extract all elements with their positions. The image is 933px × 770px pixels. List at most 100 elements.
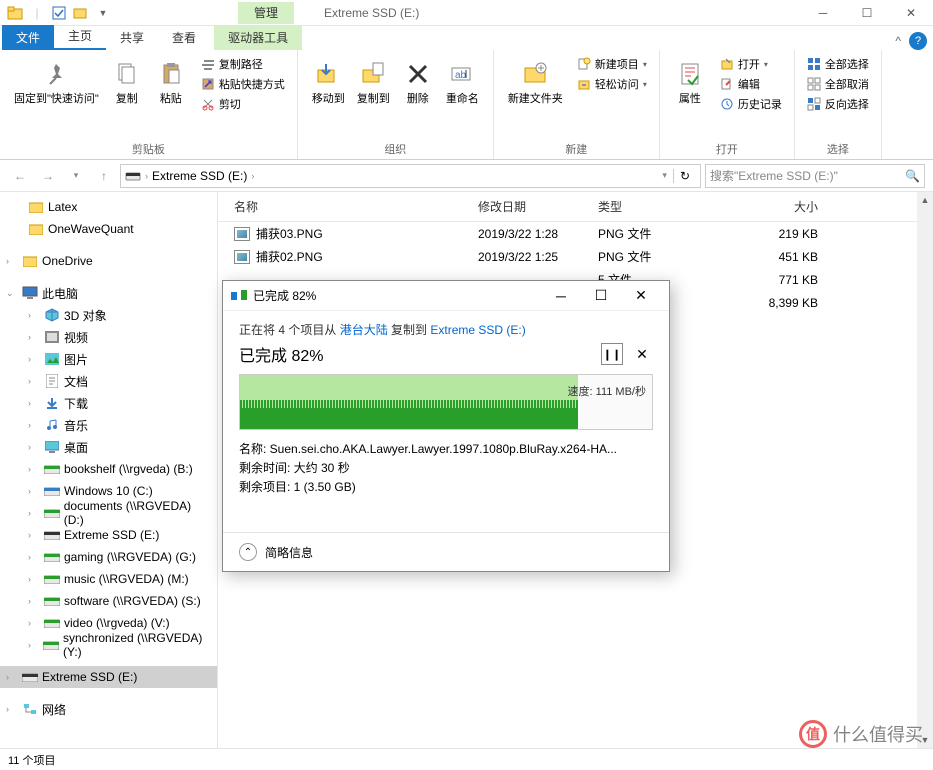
scroll-up-icon[interactable]: ▲	[917, 192, 933, 208]
tab-share[interactable]: 共享	[106, 25, 158, 50]
cube-icon	[44, 307, 60, 323]
up-button[interactable]: ↑	[92, 164, 116, 188]
properties-button[interactable]: 属性	[668, 54, 712, 110]
paste-button[interactable]: 粘贴	[149, 54, 193, 110]
col-date-header[interactable]: 修改日期	[478, 198, 598, 215]
select-none-button[interactable]: 全部取消	[803, 74, 873, 94]
src-link[interactable]: 港台大陆	[340, 323, 388, 337]
pin-icon	[40, 58, 72, 90]
minimize-button[interactable]: ─	[801, 0, 845, 26]
col-type-header[interactable]: 类型	[598, 198, 708, 215]
collapse-ribbon-icon[interactable]: ^	[895, 34, 901, 48]
address-box[interactable]: › Extreme SSD (E:) › ▾ ↻	[120, 164, 701, 188]
tree-item-3d[interactable]: ›3D 对象	[0, 304, 217, 326]
tree-item-desktop[interactable]: ›桌面	[0, 436, 217, 458]
tree-item-music-m[interactable]: ›music (\\RGVEDA) (M:)	[0, 568, 217, 590]
forward-button[interactable]: →	[36, 164, 60, 188]
tree-item-this-pc[interactable]: ⌄此电脑	[0, 282, 217, 304]
cut-button[interactable]: 剪切	[197, 94, 289, 114]
breadcrumb-segment[interactable]: Extreme SSD (E:)	[152, 169, 247, 183]
col-size-header[interactable]: 大小	[708, 198, 818, 215]
recent-dropdown-icon[interactable]: ▾	[64, 164, 88, 188]
pin-quick-button[interactable]: 固定到"快速访问"	[8, 54, 105, 110]
ribbon-tabs: 文件 主页 共享 查看 驱动器工具 ^ ?	[0, 26, 933, 50]
open-button[interactable]: 打开▾	[716, 54, 786, 74]
tab-file[interactable]: 文件	[2, 25, 54, 50]
tree-item-latex[interactable]: Latex	[0, 196, 217, 218]
delete-button[interactable]: 删除	[396, 54, 440, 110]
history-icon	[720, 97, 734, 111]
dialog-close-button[interactable]: ✕	[621, 282, 661, 310]
tree-item-gaming[interactable]: ›gaming (\\RGVEDA) (G:)	[0, 546, 217, 568]
copy-button[interactable]: 复制	[105, 54, 149, 110]
tree-item-sync[interactable]: ›synchronized (\\RGVEDA) (Y:)	[0, 634, 217, 656]
select-icon[interactable]	[50, 4, 68, 22]
tree-item-extreme-selected[interactable]: ›Extreme SSD (E:)	[0, 666, 217, 688]
new-item-icon	[577, 57, 591, 71]
tree-item-pictures[interactable]: ›图片	[0, 348, 217, 370]
new-item-button[interactable]: 新建项目▾	[573, 54, 651, 74]
film-icon	[44, 329, 60, 345]
easy-access-button[interactable]: 轻松访问▾	[573, 74, 651, 94]
maximize-button[interactable]: ☐	[845, 0, 889, 26]
copy-path-button[interactable]: 复制路径	[197, 54, 289, 74]
move-to-button[interactable]: 移动到	[306, 54, 351, 110]
dialog-title: 已完成 82%	[253, 287, 541, 304]
file-row[interactable]: 捕获03.PNG2019/3/22 1:28PNG 文件219 KB	[218, 222, 933, 245]
dst-link[interactable]: Extreme SSD (E:)	[430, 323, 525, 337]
group-open-label: 打开	[668, 139, 786, 157]
tree-item-onedrive[interactable]: ›OneDrive	[0, 250, 217, 272]
tab-view[interactable]: 查看	[158, 25, 210, 50]
desktop-icon	[44, 439, 60, 455]
history-button[interactable]: 历史记录	[716, 94, 786, 114]
tree-item-bookshelf[interactable]: ›bookshelf (\\rgveda) (B:)	[0, 458, 217, 480]
tree-item-downloads[interactable]: ›下载	[0, 392, 217, 414]
file-row[interactable]: 捕获02.PNG2019/3/22 1:25PNG 文件451 KB	[218, 245, 933, 268]
paste-shortcut-button[interactable]: 粘贴快捷方式	[197, 74, 289, 94]
group-organize-label: 组织	[306, 139, 485, 157]
invert-selection-button[interactable]: 反向选择	[803, 94, 873, 114]
edit-button[interactable]: 编辑	[716, 74, 786, 94]
search-input[interactable]: 搜索"Extreme SSD (E:)" 🔍	[705, 164, 925, 188]
new-folder-icon[interactable]	[72, 4, 90, 22]
address-dropdown-icon[interactable]: ▾	[662, 170, 667, 181]
select-all-button[interactable]: 全部选择	[803, 54, 873, 74]
tree-item-network[interactable]: ›网络	[0, 698, 217, 720]
tree-item-software[interactable]: ›software (\\RGVEDA) (S:)	[0, 590, 217, 612]
rename-button[interactable]: ab重命名	[440, 54, 485, 110]
tree-item-music[interactable]: ›音乐	[0, 414, 217, 436]
pause-button[interactable]: ❙❙	[601, 343, 623, 365]
qat-dropdown-icon[interactable]: ▼	[94, 4, 112, 22]
open-icon	[720, 57, 734, 71]
close-button[interactable]: ✕	[889, 0, 933, 26]
dialog-maximize-button[interactable]: ☐	[581, 282, 621, 310]
help-icon[interactable]: ?	[909, 32, 927, 50]
tree-item-extreme-e[interactable]: ›Extreme SSD (E:)	[0, 524, 217, 546]
tab-home[interactable]: 主页	[54, 23, 106, 50]
copy-to-button[interactable]: 复制到	[351, 54, 396, 110]
back-button[interactable]: ←	[8, 164, 32, 188]
title-bar: | ▼ 管理 Extreme SSD (E:) ─ ☐ ✕	[0, 0, 933, 26]
tree-item-documents-d[interactable]: ›documents (\\RGVEDA) (D:)	[0, 502, 217, 524]
tree-item-onewavequant[interactable]: OneWaveQuant	[0, 218, 217, 240]
cancel-button[interactable]: ✕	[631, 343, 653, 365]
group-select-label: 选择	[803, 139, 873, 157]
search-icon[interactable]: 🔍	[905, 169, 920, 183]
refresh-icon[interactable]: ↻	[673, 169, 696, 183]
brief-info-link[interactable]: 简略信息	[265, 544, 313, 561]
new-folder-button[interactable]: 新建文件夹	[502, 54, 569, 110]
dialog-minimize-button[interactable]: ─	[541, 282, 581, 310]
drive-icon	[125, 170, 141, 182]
tree-item-videos[interactable]: ›视频	[0, 326, 217, 348]
col-name-header[interactable]: 名称	[218, 198, 478, 215]
copy-transfer-icon	[231, 290, 247, 302]
scrollbar-vertical[interactable]: ▲ ▼	[917, 192, 933, 748]
nav-tree[interactable]: Latex OneWaveQuant ›OneDrive ⌄此电脑 ›3D 对象…	[0, 192, 218, 748]
chevron-up-icon[interactable]: ⌃	[239, 543, 257, 561]
edit-icon	[720, 77, 734, 91]
copy-dialog: 已完成 82% ─ ☐ ✕ 正在将 4 个项目从 港台大陆 复制到 Extrem…	[222, 280, 670, 572]
column-headers[interactable]: 名称 修改日期 类型 大小	[218, 192, 933, 222]
tree-item-documents[interactable]: ›文档	[0, 370, 217, 392]
tab-drive-tools[interactable]: 驱动器工具	[214, 25, 302, 50]
netdrive-icon	[44, 593, 60, 609]
